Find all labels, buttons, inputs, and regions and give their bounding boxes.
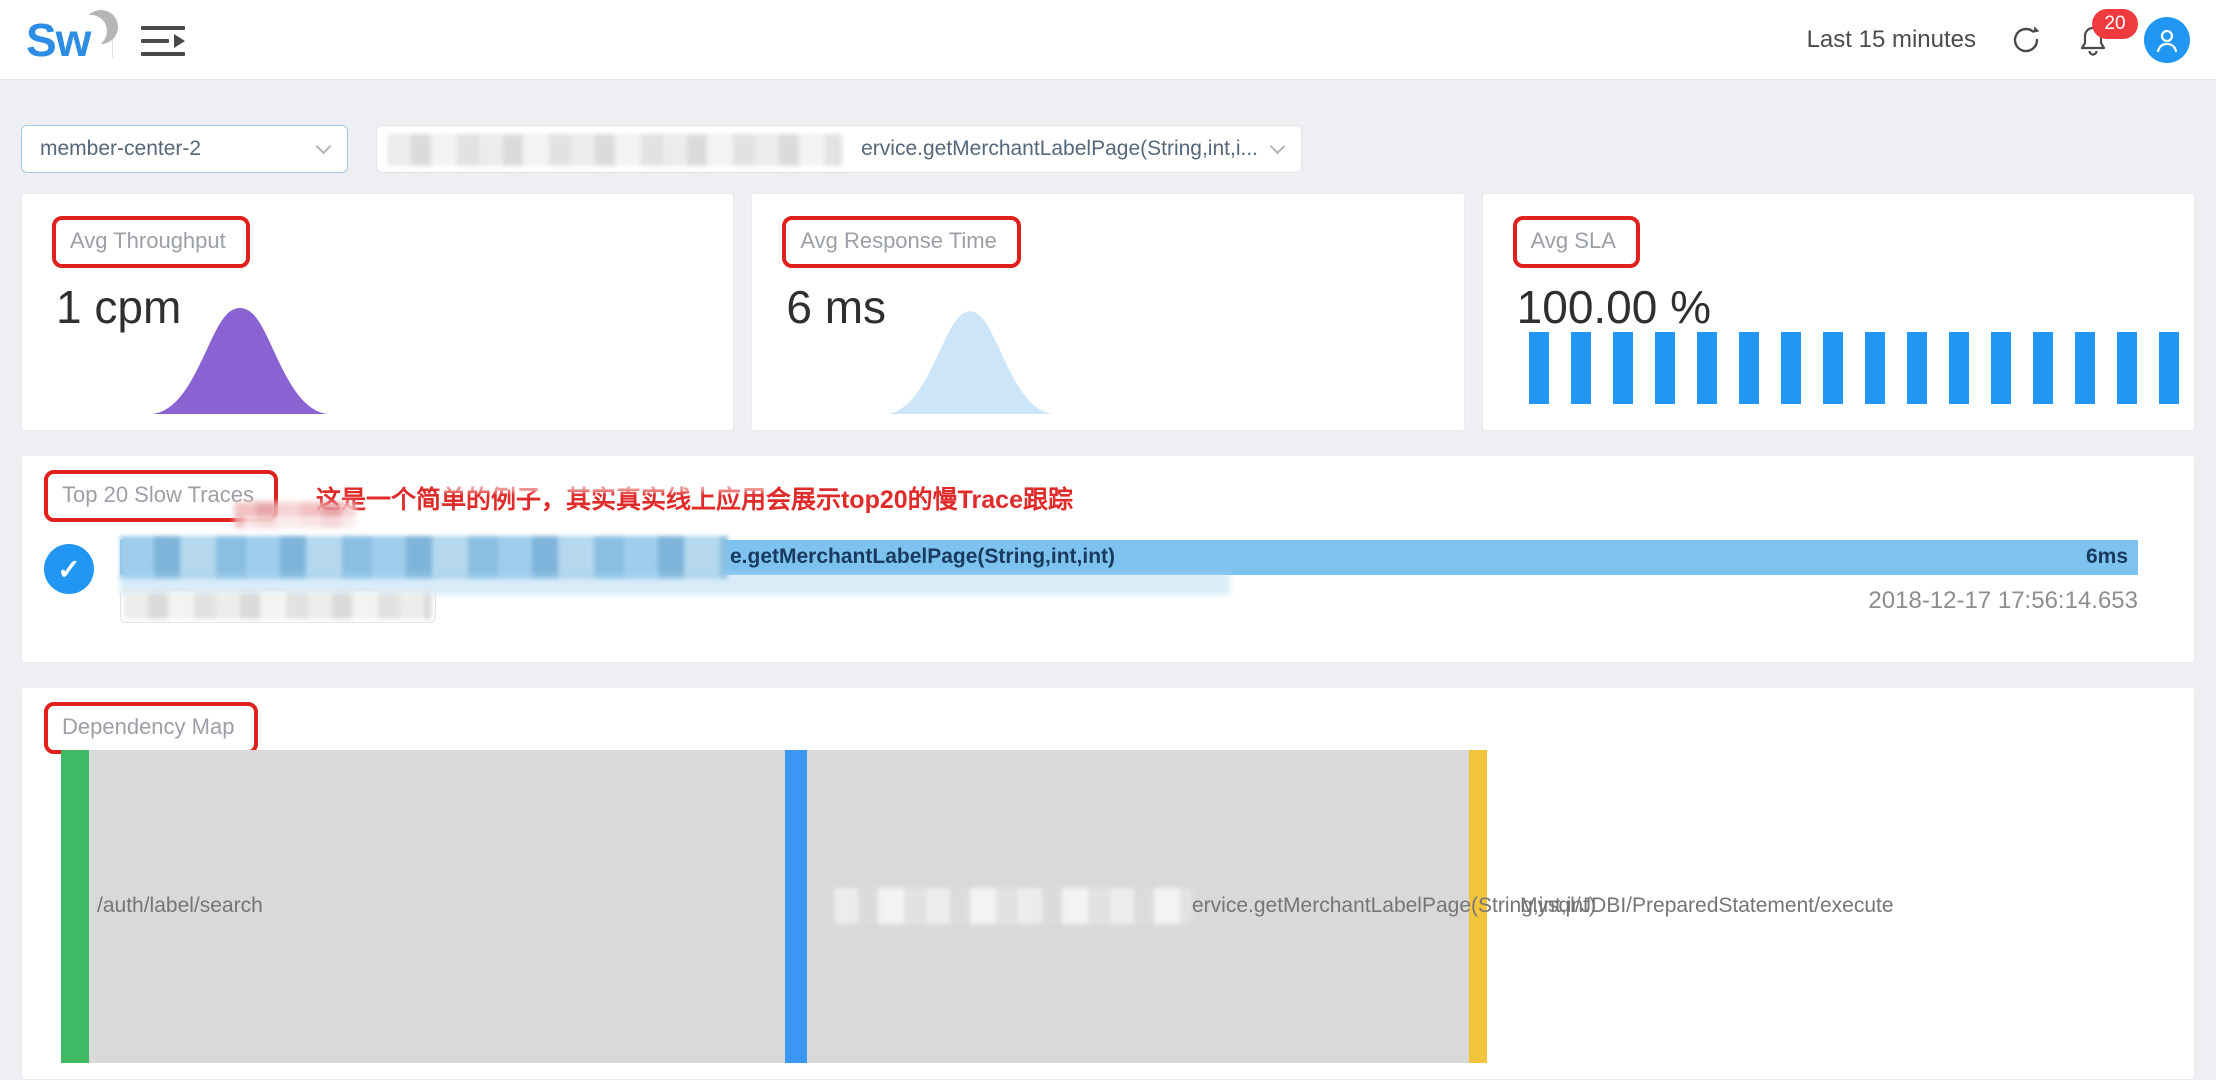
sla-title: Avg SLA bbox=[1531, 228, 1616, 253]
throughput-annotation-box: Avg Throughput bbox=[52, 216, 250, 268]
sidebar-toggle-icon[interactable] bbox=[141, 23, 187, 59]
service-select-value: member-center-2 bbox=[40, 137, 201, 161]
service-select[interactable]: member-center-2 bbox=[21, 125, 348, 173]
avg-throughput-card: Avg Throughput 1 cpm bbox=[21, 193, 734, 431]
response-time-annotation-box: Avg Response Time bbox=[782, 216, 1020, 268]
response-time-sparkline bbox=[862, 304, 1112, 414]
trace-list-item[interactable]: ✓ e.getMerchantLabelPage(String,int,int)… bbox=[44, 540, 2172, 631]
dependency-map-title: Dependency Map bbox=[62, 714, 234, 739]
trace-meta-row: 2018-12-17 17:56:14.653 bbox=[120, 575, 2138, 631]
redacted-trace-id bbox=[120, 589, 436, 623]
throughput-title: Avg Throughput bbox=[70, 228, 226, 253]
sla-bar-chart bbox=[1529, 332, 2179, 404]
span-label-mysql: Mysql/JDBI/PreparedStatement/execute bbox=[1520, 894, 1894, 918]
avg-response-time-card: Avg Response Time 6 ms bbox=[751, 193, 1464, 431]
user-avatar[interactable] bbox=[2144, 17, 2190, 63]
span-label-auth: /auth/label/search bbox=[97, 894, 263, 918]
filter-row: member-center-2 ervice.getMerchantLabelP… bbox=[21, 125, 2195, 173]
logo-text: Sw bbox=[26, 13, 90, 67]
dependency-map-card: Dependency Map /auth/label/search ervice… bbox=[21, 687, 2195, 1080]
endpoint-select[interactable]: ervice.getMerchantLabelPage(String,int,i… bbox=[376, 125, 1302, 173]
trace-timestamp: 2018-12-17 17:56:14.653 bbox=[1868, 587, 2138, 615]
trace-selected-check-icon[interactable]: ✓ bbox=[44, 544, 94, 594]
endpoint-select-value: ervice.getMerchantLabelPage(String,int,i… bbox=[861, 137, 1258, 161]
refresh-icon[interactable] bbox=[2010, 24, 2042, 56]
app-logo[interactable]: Sw bbox=[26, 8, 90, 72]
redacted-span-label-prefix bbox=[834, 888, 1192, 924]
blur-smudge bbox=[244, 516, 764, 534]
redacted-endpoint-prefix bbox=[387, 134, 842, 166]
span-bar-auth-label-search[interactable] bbox=[61, 750, 89, 1063]
blur-smudge bbox=[439, 472, 769, 492]
sla-annotation-box: Avg SLA bbox=[1513, 216, 1640, 268]
sla-value: 100.00 % bbox=[1517, 280, 2164, 334]
slow-traces-card: Top 20 Slow Traces 这是一个简单的例子，其实真实线上应用会展示… bbox=[21, 455, 2195, 663]
chevron-down-icon bbox=[1270, 138, 1286, 154]
dependency-span-chart: /auth/label/search ervice.getMerchantLab… bbox=[44, 750, 2172, 1063]
dependency-map-annotation-box: Dependency Map bbox=[44, 702, 258, 754]
trace-duration-bar[interactable]: e.getMerchantLabelPage(String,int,int) 6… bbox=[120, 540, 2138, 575]
slow-traces-header: Top 20 Slow Traces 这是一个简单的例子，其实真实线上应用会展示… bbox=[44, 470, 2172, 522]
metric-cards-row: Avg Throughput 1 cpm Avg Response Time 6… bbox=[21, 193, 2195, 431]
top-bar: Sw Last 15 minutes 20 bbox=[0, 0, 2216, 80]
time-range-selector[interactable]: Last 15 minutes bbox=[1807, 26, 1976, 54]
dashboard-body: member-center-2 ervice.getMerchantLabelP… bbox=[0, 125, 2216, 1080]
trace-duration-label: 6ms bbox=[2086, 545, 2128, 569]
trace-endpoint-label: e.getMerchantLabelPage(String,int,int) bbox=[730, 545, 1115, 569]
span-bar-get-merchant-label-page[interactable] bbox=[785, 750, 807, 1063]
header-actions: Last 15 minutes 20 bbox=[1807, 17, 2190, 63]
trace-details: e.getMerchantLabelPage(String,int,int) 6… bbox=[120, 540, 2138, 631]
slow-traces-title: Top 20 Slow Traces bbox=[62, 482, 254, 507]
notifications-bell-icon[interactable]: 20 bbox=[2076, 23, 2110, 57]
throughput-sparkline bbox=[132, 304, 382, 414]
response-time-title: Avg Response Time bbox=[800, 228, 996, 253]
avg-sla-card: Avg SLA 100.00 % bbox=[1482, 193, 2195, 431]
chevron-down-icon bbox=[316, 138, 332, 154]
notification-badge: 20 bbox=[2092, 9, 2138, 39]
skywalking-dashboard: Sw Last 15 minutes 20 bbox=[0, 0, 2216, 1080]
